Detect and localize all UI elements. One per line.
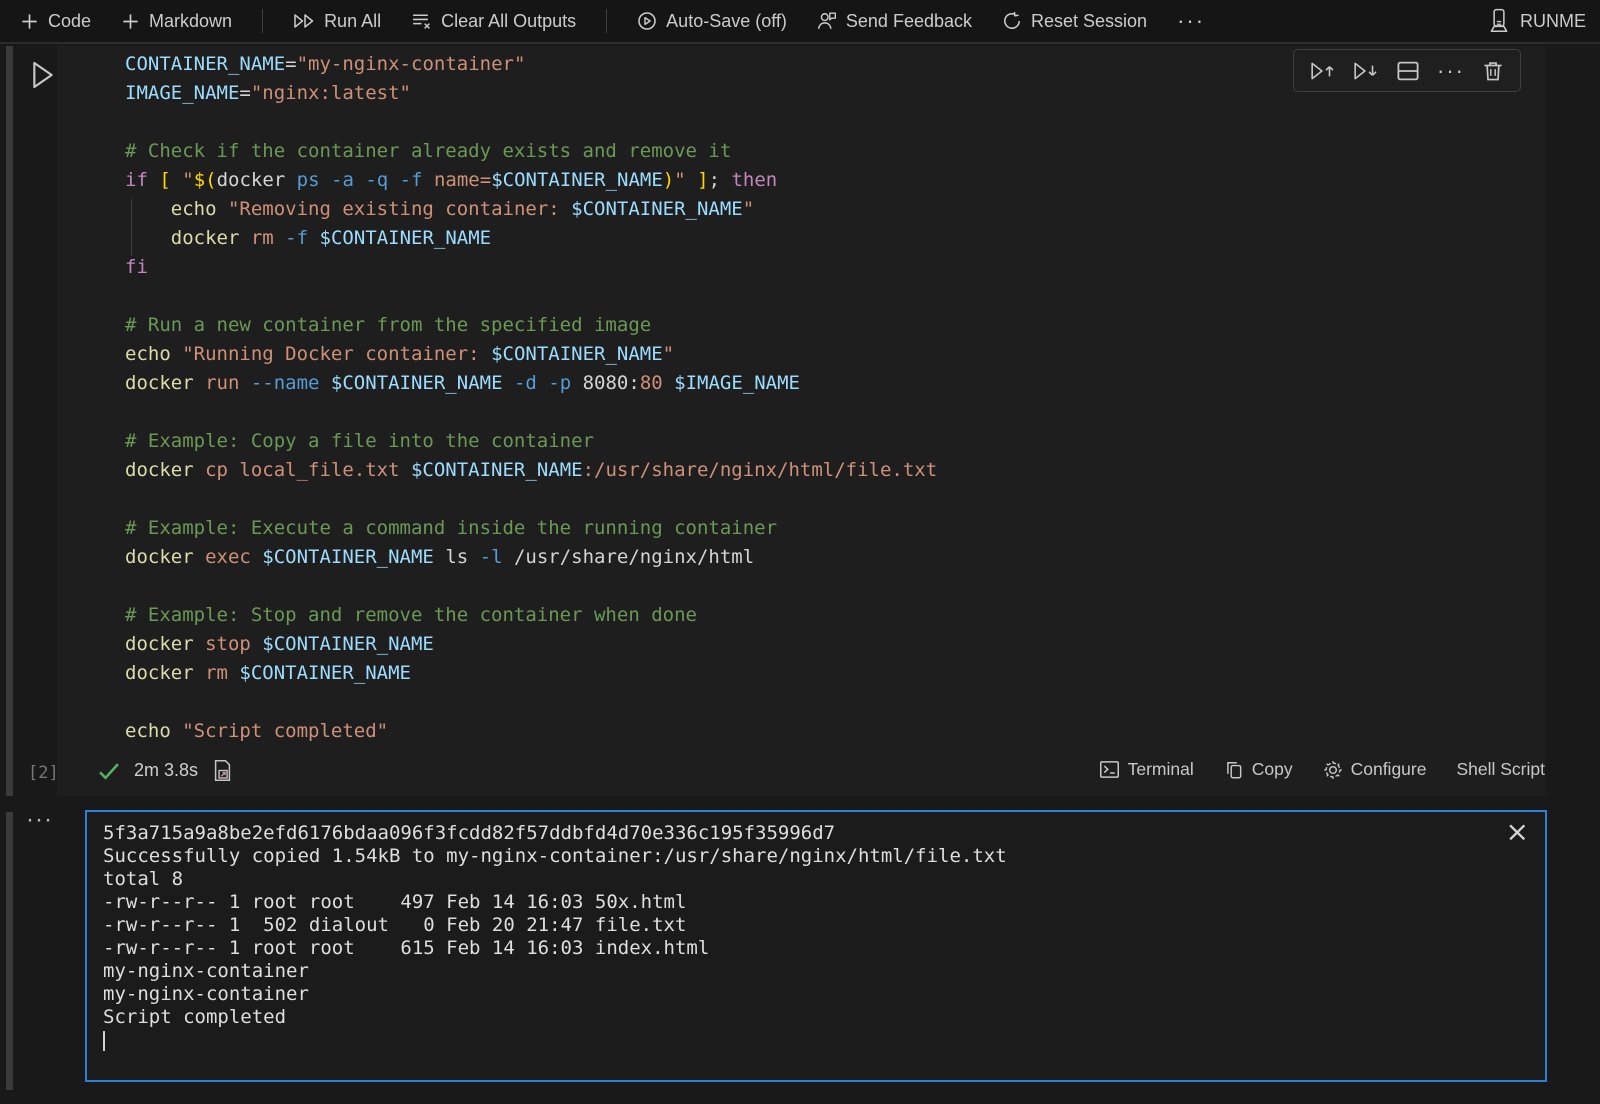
success-check-icon — [98, 761, 120, 781]
clear-all-outputs-label: Clear All Outputs — [441, 11, 576, 32]
open-output-in-editor-icon[interactable] — [212, 759, 233, 782]
gear-icon — [1323, 760, 1343, 780]
cell-status-right: Terminal Copy Configure Shell Script — [1099, 759, 1545, 780]
runme-label: RUNME — [1520, 11, 1586, 32]
reset-session-label: Reset Session — [1031, 11, 1147, 32]
auto-save-icon — [637, 11, 657, 31]
runme-icon — [1487, 8, 1511, 34]
auto-save-label: Auto-Save (off) — [666, 11, 787, 32]
run-cells-above-icon[interactable] — [1310, 60, 1336, 82]
output-text: 5f3a715a9a8be2efd6176bdaa096f3fcdd82f57d… — [103, 822, 1007, 1051]
language-label: Shell Script — [1456, 759, 1545, 780]
terminal-cursor — [103, 1031, 105, 1051]
language-picker[interactable]: Shell Script — [1456, 759, 1545, 780]
terminal-icon — [1099, 760, 1120, 779]
output-panel: 5f3a715a9a8be2efd6176bdaa096f3fcdd82f57d… — [85, 810, 1547, 1082]
clear-outputs-icon — [411, 12, 432, 30]
runme-badge[interactable]: RUNME — [1487, 8, 1586, 34]
copy-label: Copy — [1252, 759, 1293, 780]
auto-save-toggle[interactable]: Auto-Save (off) — [637, 11, 787, 32]
configure-label: Configure — [1351, 759, 1427, 780]
feedback-icon — [817, 11, 837, 31]
split-cell-icon[interactable] — [1396, 60, 1420, 82]
trash-icon[interactable] — [1482, 60, 1504, 82]
play-icon — [31, 60, 55, 90]
execution-count: [2] — [28, 763, 59, 783]
execution-duration: 2m 3.8s — [134, 760, 198, 781]
clear-all-outputs-button[interactable]: Clear All Outputs — [411, 11, 576, 32]
run-all-icon — [293, 12, 315, 30]
toolbar-more-button[interactable]: ··· — [1177, 16, 1205, 26]
copy-icon — [1224, 760, 1244, 780]
new-markdown-cell-label: Markdown — [149, 11, 232, 32]
copy-button[interactable]: Copy — [1224, 759, 1293, 780]
cell-more-icon[interactable]: ··· — [1437, 66, 1465, 76]
plus-icon — [20, 12, 39, 31]
ellipsis-icon: ··· — [1177, 16, 1205, 26]
run-cell-button[interactable] — [31, 60, 55, 95]
cell-focus-bar — [6, 46, 13, 796]
code-editor: CONTAINER_NAME="my-nginx-container"IMAGE… — [57, 46, 1545, 796]
notebook-toolbar: Code Markdown Run All Clear All Outputs — [0, 0, 1600, 44]
cell-toolbar: ··· — [1293, 49, 1521, 92]
reset-icon — [1002, 11, 1022, 31]
new-code-cell-label: Code — [48, 11, 91, 32]
run-all-button[interactable]: Run All — [293, 11, 381, 32]
terminal-button[interactable]: Terminal — [1099, 759, 1194, 780]
new-markdown-cell-button[interactable]: Markdown — [121, 11, 232, 32]
cell-focus-bar — [6, 812, 13, 1090]
notebook-window: Code Markdown Run All Clear All Outputs — [0, 0, 1600, 1104]
new-code-cell-button[interactable]: Code — [20, 11, 91, 32]
code-lines[interactable]: CONTAINER_NAME="my-nginx-container"IMAGE… — [125, 50, 937, 746]
terminal-label: Terminal — [1128, 759, 1194, 780]
reset-session-button[interactable]: Reset Session — [1002, 11, 1147, 32]
close-output-icon[interactable]: × — [1506, 816, 1529, 848]
configure-button[interactable]: Configure — [1323, 759, 1427, 780]
run-all-label: Run All — [324, 11, 381, 32]
toolbar-divider — [262, 9, 263, 33]
send-feedback-label: Send Feedback — [846, 11, 972, 32]
output-more-button[interactable]: ··· — [26, 806, 53, 834]
cell-status-left: 2m 3.8s — [98, 759, 233, 782]
plus-icon — [121, 12, 140, 31]
send-feedback-button[interactable]: Send Feedback — [817, 11, 972, 32]
run-cells-below-icon[interactable] — [1353, 60, 1379, 82]
toolbar-divider — [606, 9, 607, 33]
